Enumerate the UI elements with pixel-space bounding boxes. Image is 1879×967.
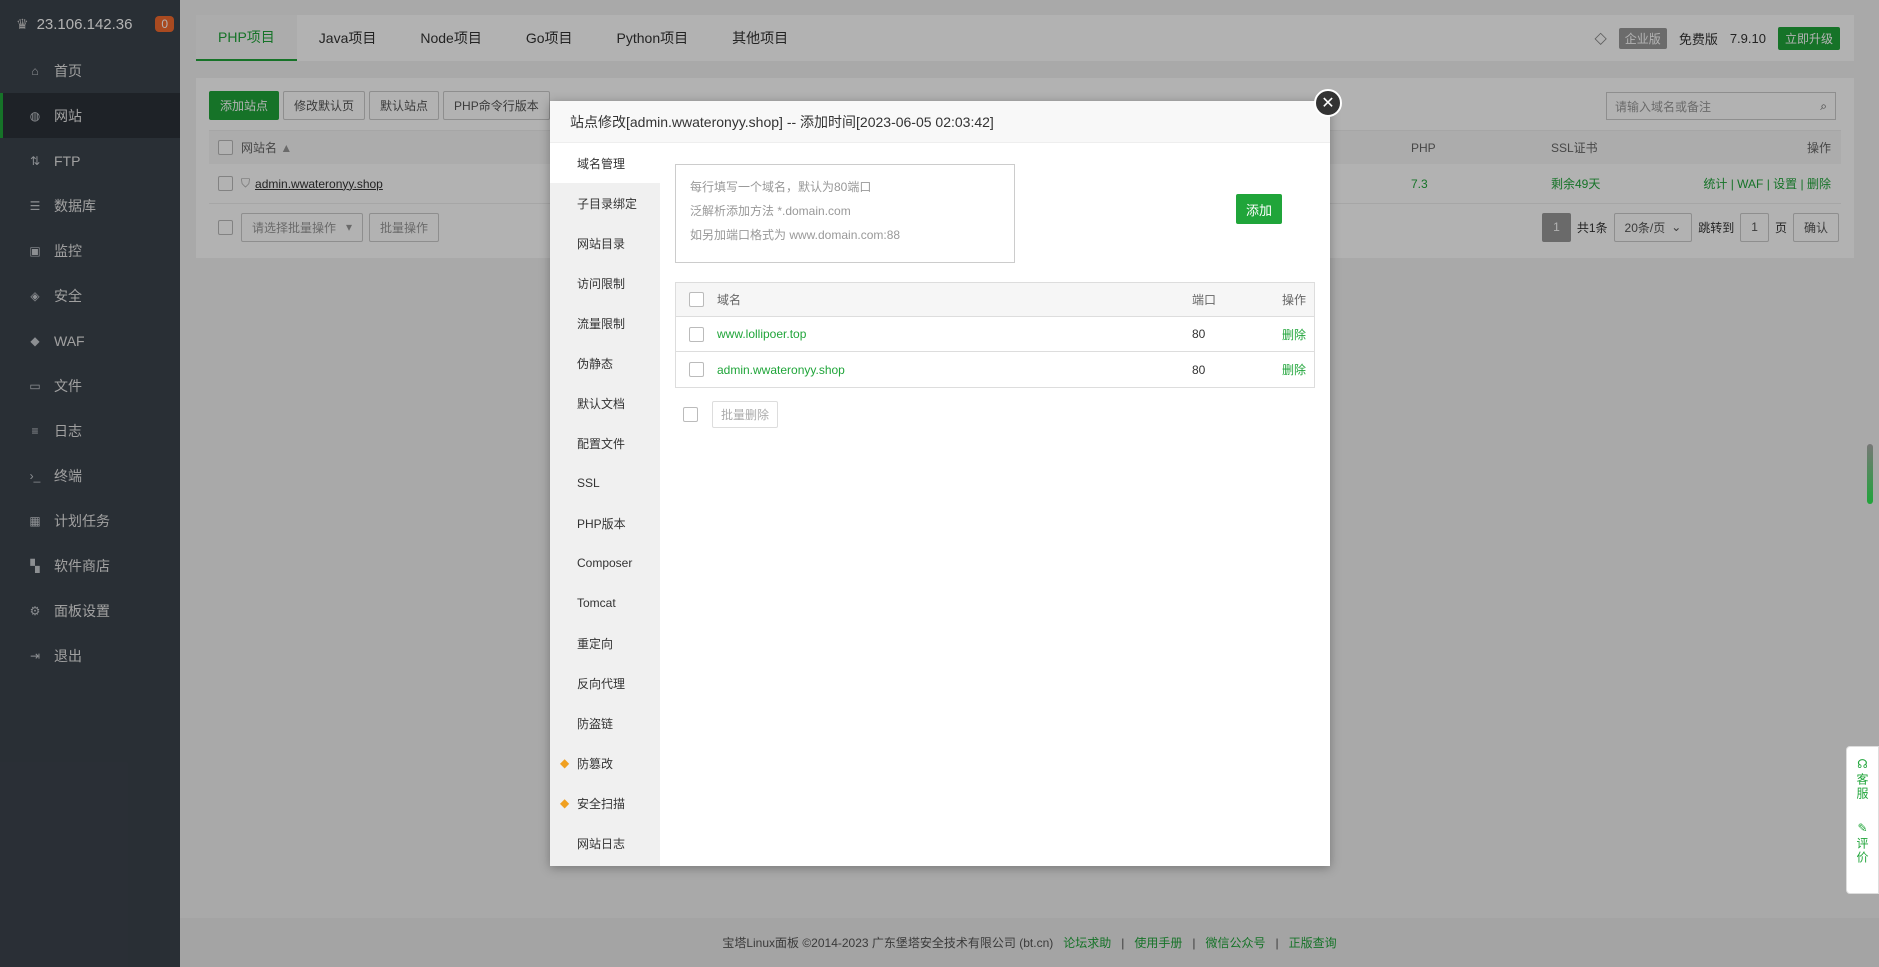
modal-menu-label: 流量限制 bbox=[577, 316, 626, 331]
modal-title: 站点修改[admin.wwateronyy.shop] -- 添加时间[2023… bbox=[550, 101, 1330, 143]
modal-menu-item[interactable]: 重定向 bbox=[550, 623, 660, 663]
modal-menu-item[interactable]: 访问限制 bbox=[550, 263, 660, 303]
domain-link[interactable]: www.lollipoer.top bbox=[716, 327, 1192, 341]
modal-menu-label: 伪静态 bbox=[577, 356, 614, 371]
modal-menu-item[interactable]: 网站目录 bbox=[550, 223, 660, 263]
modal-menu-item[interactable]: 域名管理 bbox=[550, 143, 660, 183]
modal-menu-label: 安全扫描 bbox=[577, 796, 626, 811]
scrollbar-thumb[interactable] bbox=[1867, 444, 1873, 504]
close-icon[interactable]: ✕ bbox=[1314, 89, 1342, 117]
customer-service-button[interactable]: ☊ 客服 bbox=[1854, 757, 1871, 801]
modal-menu-item[interactable]: SSL bbox=[550, 463, 660, 503]
port-value: 80 bbox=[1192, 362, 1206, 377]
placeholder-line: 每行填写一个域名，默认为80端口 bbox=[690, 180, 872, 194]
edit-icon: ✎ bbox=[1857, 821, 1868, 835]
row-checkbox[interactable] bbox=[688, 362, 704, 377]
modal-menu-item[interactable]: Composer bbox=[550, 543, 660, 583]
modal-menu-label: 防盗链 bbox=[577, 716, 614, 731]
modal-menu-item[interactable]: PHP版本 bbox=[550, 503, 660, 543]
review-label: 评价 bbox=[1855, 837, 1869, 865]
port-value: 80 bbox=[1192, 327, 1206, 341]
modal-menu-label: 反向代理 bbox=[577, 676, 626, 691]
modal-menu-label: 默认文档 bbox=[577, 396, 626, 411]
modal-menu-label: 域名管理 bbox=[577, 156, 626, 171]
col-domain: 域名 bbox=[717, 293, 742, 307]
delete-domain-link[interactable]: 删除 bbox=[1272, 326, 1314, 343]
modal-menu-label: 重定向 bbox=[577, 636, 614, 651]
site-edit-modal: 站点修改[admin.wwateronyy.shop] -- 添加时间[2023… bbox=[550, 89, 1342, 866]
delete-domain-link[interactable]: 删除 bbox=[1272, 361, 1314, 378]
diamond-icon: ◆ bbox=[560, 756, 570, 770]
domain-management-pane: 每行填写一个域名，默认为80端口 泛解析添加方法 *.domain.com 如另… bbox=[675, 143, 1315, 843]
modal-menu-label: 网站目录 bbox=[577, 236, 626, 251]
modal-menu-label: Composer bbox=[577, 556, 633, 570]
modal-menu-item[interactable]: 网站日志 bbox=[550, 823, 660, 863]
modal-menu-item[interactable]: 子目录绑定 bbox=[550, 183, 660, 223]
col-op: 操作 bbox=[1281, 293, 1306, 307]
placeholder-line: 如另加端口格式为 www.domain.com:88 bbox=[690, 228, 901, 242]
diamond-icon: ◆ bbox=[560, 796, 570, 810]
modal-menu-item[interactable]: 防盗链 bbox=[550, 703, 660, 743]
domain-table-header: 域名 端口 操作 bbox=[676, 283, 1314, 317]
table-row: admin.wwateronyy.shop 80 删除 bbox=[676, 352, 1314, 387]
modal-menu-item[interactable]: ◆ 防篡改 bbox=[550, 743, 660, 783]
modal-menu-item[interactable]: Tomcat bbox=[550, 583, 660, 623]
modal-menu-item[interactable]: 伪静态 bbox=[550, 343, 660, 383]
floating-tools: ☊ 客服 ✎ 评价 bbox=[1846, 746, 1879, 894]
modal-menu-label: PHP版本 bbox=[577, 516, 626, 531]
review-button[interactable]: ✎ 评价 bbox=[1854, 821, 1871, 865]
service-label: 客服 bbox=[1855, 773, 1869, 801]
domain-textarea[interactable]: 每行填写一个域名，默认为80端口 泛解析添加方法 *.domain.com 如另… bbox=[675, 164, 1015, 263]
modal-menu-label: 网站日志 bbox=[577, 836, 626, 851]
modal-menu-item[interactable]: ◆ 安全扫描 bbox=[550, 783, 660, 823]
modal-menu-item[interactable]: 默认文档 bbox=[550, 383, 660, 423]
modal-menu-label: 防篡改 bbox=[577, 756, 614, 771]
modal-menu-label: Tomcat bbox=[577, 596, 616, 610]
placeholder-line: 泛解析添加方法 *.domain.com bbox=[690, 204, 851, 218]
modal-menu-item[interactable]: 配置文件 bbox=[550, 423, 660, 463]
modal-menu-label: 访问限制 bbox=[577, 276, 626, 291]
add-domain-button[interactable]: 添加 bbox=[1236, 194, 1282, 224]
batch-delete-button[interactable]: 批量删除 bbox=[712, 401, 779, 428]
row-checkbox[interactable] bbox=[688, 326, 704, 342]
modal-sidebar: 域名管理子目录绑定网站目录访问限制流量限制伪静态默认文档配置文件 SSL PHP版本… bbox=[550, 143, 660, 866]
modal-menu-item[interactable]: 反向代理 bbox=[550, 663, 660, 703]
select-all-domains-checkbox[interactable] bbox=[688, 292, 704, 307]
table-row: www.lollipoer.top 80 删除 bbox=[676, 317, 1314, 352]
modal-menu-label: SSL bbox=[577, 476, 600, 490]
modal-menu-label: 子目录绑定 bbox=[577, 196, 638, 211]
domain-table: 域名 端口 操作 www.lollipoer.top 80 删除 admin.w… bbox=[675, 282, 1315, 388]
headset-icon: ☊ bbox=[1857, 757, 1868, 771]
col-port: 端口 bbox=[1192, 293, 1217, 307]
modal-menu-item[interactable]: 流量限制 bbox=[550, 303, 660, 343]
modal-menu-label: 配置文件 bbox=[577, 436, 626, 451]
domain-link[interactable]: admin.wwateronyy.shop bbox=[716, 363, 1192, 377]
batch-checkbox[interactable] bbox=[683, 407, 698, 422]
